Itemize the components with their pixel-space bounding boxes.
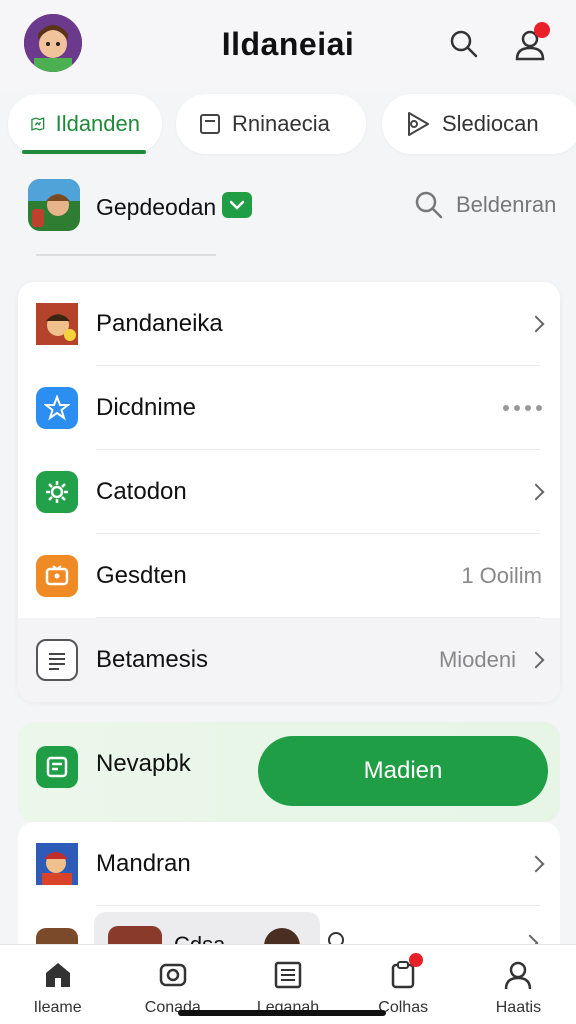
list-item-label: Betamesis (96, 646, 209, 673)
gamepad-icon (155, 957, 191, 993)
notification-badge (534, 22, 550, 38)
row-divider (96, 905, 540, 906)
list-item-pandaneika[interactable]: Pandaneika (18, 282, 560, 366)
map-icon (31, 117, 45, 131)
person-icon (500, 957, 536, 993)
list-item-trail (527, 315, 545, 333)
secondary-card: Mandran Cdsa (18, 822, 560, 952)
active-tab-indicator (22, 150, 146, 154)
game-avatar-image (28, 179, 80, 231)
nav-label: Ileame (33, 999, 82, 1016)
list-item-gesdten[interactable]: Gesdten 1 Ooilim (18, 534, 560, 618)
tab-rninaecia[interactable]: Rninaecia (176, 94, 366, 154)
profile-button[interactable] (508, 22, 552, 66)
star-app-icon (36, 387, 78, 429)
chevron-right-icon (527, 315, 545, 333)
game-character-icon (36, 303, 78, 345)
notification-badge (409, 953, 424, 967)
promo-card: Nevapbk Madien (18, 722, 560, 822)
tab-bar: Ildanden Rninaecia Slediocan (0, 92, 576, 158)
list-item-label: Dicdnime (96, 394, 197, 421)
square-icon (200, 114, 220, 134)
search-icon (450, 30, 478, 58)
chevron-right-icon (527, 483, 545, 501)
app-title: Ildaneiai (221, 26, 355, 62)
list-item-trail: Miodeni (438, 647, 545, 673)
top-header: Ildaneiai (0, 0, 576, 90)
clipboard-icon (385, 953, 424, 993)
promo-label: Nevapbk (96, 750, 191, 777)
divider (36, 254, 216, 256)
checkmark-icon (229, 200, 245, 210)
list-item-label: Catodon (96, 478, 187, 505)
list-item-betamesis[interactable]: Betamesis Miodeni (18, 618, 560, 702)
promo-action-button[interactable]: Madien (258, 736, 548, 806)
play-icon (408, 112, 429, 136)
home-icon (40, 957, 76, 993)
list-item-label: Mandran (96, 850, 191, 877)
nav-label: Colhas (378, 999, 429, 1016)
list-icon (270, 957, 306, 993)
tab-label: Slediocan (442, 111, 539, 136)
tab-sledioccan[interactable]: Slediocan (382, 94, 576, 154)
settings-gear-icon (36, 471, 78, 513)
profile-row[interactable]: Gepdeodan Beldenran (0, 170, 576, 240)
list-item-label: Gesdten (96, 562, 187, 589)
search-label: Beldenran (456, 192, 557, 217)
search-section[interactable]: Beldenran (414, 190, 556, 220)
chevron-right-icon (527, 855, 545, 873)
tab-ildanden[interactable]: Ildanden (8, 94, 162, 154)
search-button[interactable] (442, 22, 486, 66)
game-avatar (28, 179, 80, 231)
nav-item-profile[interactable]: Haatis (461, 945, 576, 1024)
nav-item-home[interactable]: Ileame (0, 945, 115, 1024)
list-item-trail (527, 483, 545, 501)
list-item-trail (527, 855, 545, 873)
tv-icon (36, 555, 78, 597)
settings-card: Pandaneika Dicdnime Catodon Gesdten 1 Oo… (18, 282, 560, 702)
list-item-mandran[interactable]: Mandran (18, 822, 560, 906)
search-icon (415, 191, 443, 219)
tab-label: Ildanden (55, 111, 140, 136)
game-hero-icon (36, 843, 78, 885)
chevron-right-icon (527, 651, 545, 669)
more-options-button[interactable] (503, 405, 542, 411)
document-icon (36, 639, 78, 681)
news-app-icon (36, 746, 78, 788)
verified-badge (222, 192, 252, 218)
profile-name: Gepdeodan (96, 194, 217, 220)
home-indicator[interactable] (178, 1010, 386, 1016)
list-item-dicdnime[interactable]: Dicdnime (18, 366, 560, 450)
tab-label: Rninaecia (232, 111, 330, 136)
more-dots-icon (503, 405, 542, 411)
list-item-label: Pandaneika (96, 310, 223, 337)
list-item-value: 1 Ooilim (461, 563, 542, 588)
nav-label: Haatis (495, 999, 542, 1016)
list-item-value: Miodeni (438, 647, 516, 672)
list-item-catodon[interactable]: Catodon (18, 450, 560, 534)
